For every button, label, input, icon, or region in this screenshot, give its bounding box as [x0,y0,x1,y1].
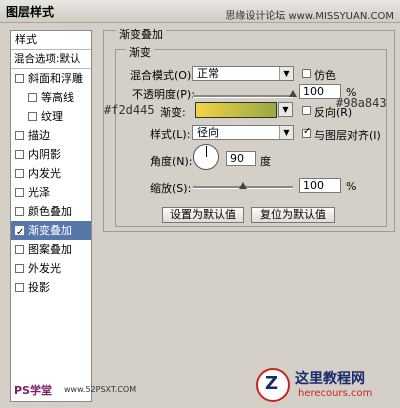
style-label: 样式(L): [150,128,191,141]
reverse-checkbox[interactable] [302,106,311,115]
style-select[interactable]: 径向 ▼ [192,125,294,140]
sidebar-item-checkbox[interactable] [15,169,24,178]
panel-title: 渐变叠加 [116,26,166,42]
angle-dial[interactable] [193,144,219,170]
sidebar-item[interactable]: 外发光 [11,259,91,278]
brand-name: 这里教程网 [295,371,365,387]
chevron-down-icon: ▼ [279,103,292,116]
scale-slider-thumb[interactable] [239,182,247,189]
styles-sidebar: 样式 混合选项:默认 斜面和浮雕等高线纹理描边内阴影内发光光泽颜色叠加渐变叠加图… [10,30,92,402]
gradient-label: 渐变: [160,106,186,119]
sidebar-item-label: 内阴影 [28,148,61,161]
top-watermark: 思缘设计论坛 www.MISSYUAN.COM [225,11,394,22]
annotation-color-left: #f2d445 [104,103,155,117]
style-list: 斜面和浮雕等高线纹理描边内阴影内发光光泽颜色叠加渐变叠加图案叠加外发光投影 [11,69,91,297]
sidebar-item-label: 内发光 [28,167,61,180]
styles-header[interactable]: 样式 [11,31,91,50]
title-bar: 图层样式 思缘设计论坛 www.MISSYUAN.COM [0,0,400,23]
opacity-slider[interactable] [193,95,293,98]
sidebar-item[interactable]: 等高线 [11,88,91,107]
angle-input[interactable]: 90 [226,151,256,166]
annotation-color-right: #98a843 [336,96,387,110]
align-with-layer-label: 与图层对齐(I) [314,129,381,142]
sidebar-item-label: 斜面和浮雕 [28,72,83,85]
sidebar-item-label: 等高线 [41,91,74,104]
dialog-title: 图层样式 [6,5,55,19]
align-with-layer-checkbox[interactable] [302,126,311,138]
dither-checkbox[interactable] [302,69,311,78]
sidebar-item-checkbox[interactable] [15,188,24,197]
sidebar-item[interactable]: 渐变叠加 [11,221,91,242]
sidebar-item-checkbox[interactable] [15,131,24,140]
opacity-input[interactable]: 100 [299,84,341,99]
brand-logo-icon: Z [256,368,290,402]
blend-options-item[interactable]: 混合选项:默认 [11,50,91,69]
brand-url: herecours.com [298,388,373,399]
dither-label: 仿色 [314,69,336,82]
sidebar-item-label: 渐变叠加 [28,224,72,237]
sidebar-item[interactable]: 内阴影 [11,145,91,164]
sidebar-item-label: 光泽 [28,186,50,199]
sidebar-item-checkbox[interactable] [15,74,24,83]
sidebar-item-label: 颜色叠加 [28,205,72,218]
sidebar-item[interactable]: 光泽 [11,183,91,202]
sidebar-item-checkbox[interactable] [28,112,37,121]
opacity-label: 不透明度(P): [132,88,195,101]
sidebar-item-checkbox[interactable] [15,223,24,242]
sidebar-item[interactable]: 内发光 [11,164,91,183]
sidebar-item[interactable]: 纹理 [11,107,91,126]
style-value: 径向 [197,126,219,139]
sidebar-item[interactable]: 斜面和浮雕 [11,69,91,88]
chevron-down-icon: ▼ [279,67,293,80]
blend-mode-value: 正常 [197,67,219,80]
sidebar-item[interactable]: 描边 [11,126,91,145]
sidebar-item-checkbox[interactable] [15,245,24,254]
scale-label: 缩放(S): [150,182,192,195]
sidebar-item-checkbox[interactable] [15,150,24,159]
blend-mode-label: 混合模式(O): [130,69,195,82]
sidebar-item-label: 纹理 [41,110,63,123]
chevron-down-icon: ▼ [279,126,293,139]
sidebar-item-checkbox[interactable] [15,207,24,216]
gradient-group-title: 渐变 [126,44,154,60]
blend-mode-select[interactable]: 正常 ▼ [192,66,294,81]
opacity-slider-thumb[interactable] [289,90,297,97]
sidebar-item-checkbox[interactable] [28,93,37,102]
sidebar-item-label: 描边 [28,129,50,142]
sidebar-item-label: 投影 [28,281,50,294]
sidebar-item-label: 图案叠加 [28,243,72,256]
angle-unit: 度 [260,155,271,168]
reset-default-button[interactable]: 复位为默认值 [251,207,335,223]
gradient-swatch[interactable] [195,102,277,118]
ps-logo: PS学堂 [14,384,52,397]
sidebar-item[interactable]: 投影 [11,278,91,297]
sidebar-item-checkbox[interactable] [15,283,24,292]
sidebar-item[interactable]: 图案叠加 [11,240,91,259]
set-default-button[interactable]: 设置为默认值 [162,207,244,223]
gradient-dropdown[interactable]: ▼ [278,102,293,117]
scale-unit: % [346,180,357,193]
scale-input[interactable]: 100 [299,178,341,193]
sidebar-item[interactable]: 颜色叠加 [11,202,91,221]
left-url: www.52PSXT.COM [64,385,137,394]
sidebar-item-label: 外发光 [28,262,61,275]
angle-label: 角度(N): [150,155,193,168]
sidebar-item-checkbox[interactable] [15,264,24,273]
